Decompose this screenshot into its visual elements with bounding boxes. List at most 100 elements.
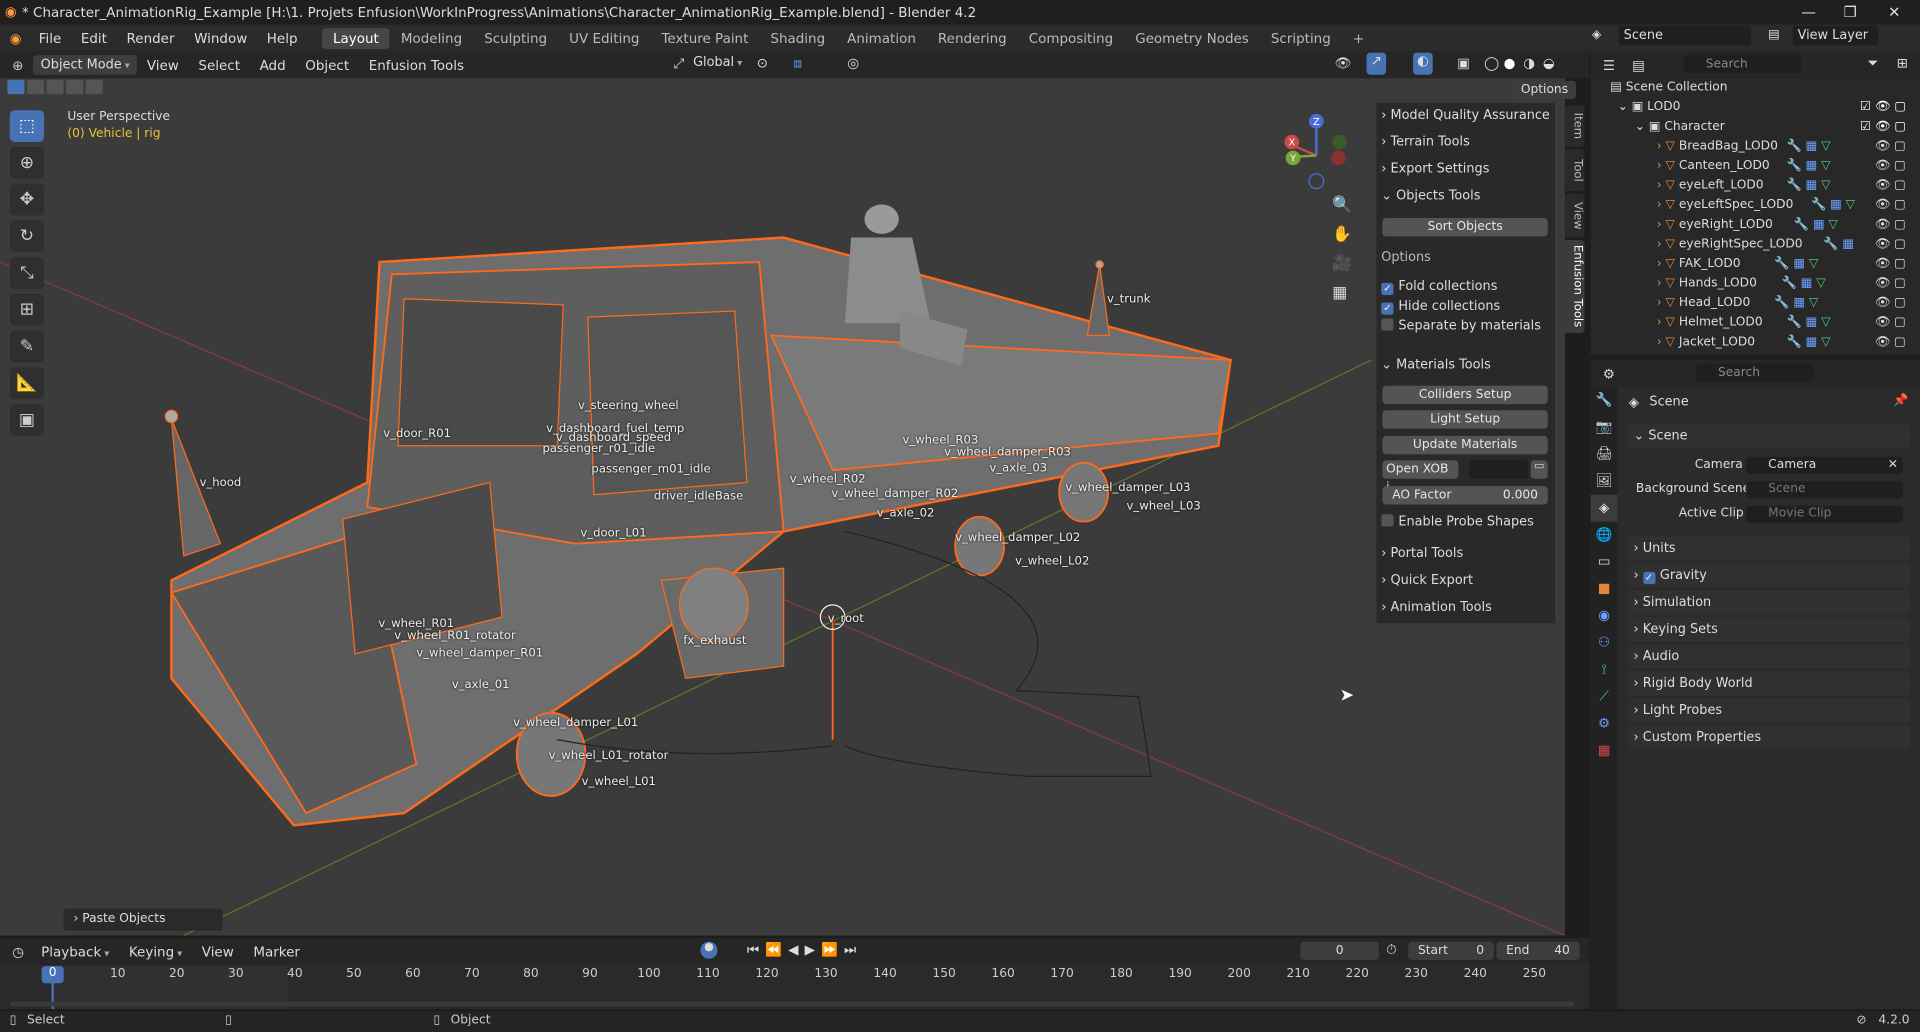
scale-tool-icon[interactable]: ⤡ (9, 257, 45, 289)
filter-icon[interactable]: ⏷ (1867, 55, 1878, 72)
scene-selector[interactable]: Scene (1618, 25, 1752, 46)
separate-materials-checkbox[interactable]: Separate by materials (1381, 313, 1550, 337)
physics-properties-icon[interactable]: ◉ (1591, 602, 1618, 629)
panel-scene[interactable]: ⌄ Scene (1628, 423, 1911, 449)
active-clip-field[interactable]: Movie Clip (1746, 505, 1903, 523)
options-button[interactable]: Options (1513, 80, 1576, 100)
auto-keying-icon[interactable]: ● (700, 941, 718, 959)
open-xob-button[interactable]: Open XOB i... (1382, 460, 1459, 495)
outliner-object-row[interactable]: › ▽ eyeLeft_LOD0 🔧 ▦ ▽ 👁 ▢ (1591, 176, 1920, 196)
workspace-tab-scripting[interactable]: Scripting (1260, 28, 1342, 49)
xob-path-field[interactable] (1469, 460, 1529, 479)
workspace-tab-rendering[interactable]: Rendering (927, 28, 1018, 49)
viewport-menu-object[interactable]: Object (295, 57, 358, 73)
panel-custom-properties[interactable]: › Custom Properties (1628, 724, 1911, 750)
section-quick-export[interactable]: › Quick Export (1381, 568, 1550, 592)
shading-material-icon[interactable]: ◑ (1523, 55, 1535, 71)
cursor-tool-icon[interactable]: ⊕ (9, 146, 45, 179)
xray-icon[interactable]: ▣ (1457, 55, 1470, 71)
overlay-toggle-icon[interactable]: ◐ (1413, 52, 1433, 75)
timeline-menu-keying[interactable]: Keying (119, 943, 192, 959)
camera-view-icon[interactable]: 🎥 (1332, 255, 1352, 273)
rotate-tool-icon[interactable]: ↻ (9, 220, 45, 253)
transform-tool-icon[interactable]: ⊞ (9, 293, 45, 326)
maximize-button[interactable]: ❐ (1829, 0, 1871, 24)
workspace-tab-compositing[interactable]: Compositing (1018, 28, 1124, 49)
3d-viewport[interactable]: v_trunk v_steering_wheel v_dashboard_fue… (0, 78, 1565, 936)
section-terrain-tools[interactable]: › Terrain Tools (1381, 130, 1550, 154)
select-invert-icon[interactable] (66, 79, 84, 95)
workspace-tab-animation[interactable]: Animation (836, 28, 927, 49)
world-properties-icon[interactable]: 🌐 (1591, 522, 1618, 549)
end-frame-field[interactable]: End 40 (1496, 941, 1580, 961)
current-frame-field[interactable]: 0 (1300, 941, 1379, 961)
scene-properties-icon[interactable]: ◈ (1590, 494, 1618, 522)
outliner-object-row[interactable]: › ▽ FAK_LOD0 🔧 ▦ ▽ 👁 ▢ (1591, 255, 1920, 275)
select-extend-icon[interactable] (26, 79, 45, 95)
outliner-object-row[interactable]: › ▽ Head_LOD0 🔧 ▦ ▽ 👁 ▢ (1591, 294, 1920, 314)
menu-edit[interactable]: Edit (71, 30, 117, 46)
timeline-editor-icon[interactable]: ◷ (12, 943, 24, 959)
visibility-icon[interactable]: 👁 (1335, 55, 1352, 71)
section-objects-tools[interactable]: ⌄ Objects Tools (1381, 184, 1550, 208)
add-cube-tool-icon[interactable]: ▣ (9, 404, 45, 436)
viewport-menu-view[interactable]: View (137, 57, 189, 73)
outliner-search-input[interactable]: Search (1683, 55, 1802, 74)
panel-audio[interactable]: › Audio (1628, 644, 1911, 669)
workspace-tab-texture-paint[interactable]: Texture Paint (650, 28, 759, 49)
render-properties-icon[interactable]: 📷 (1591, 414, 1618, 441)
move-tool-icon[interactable]: ✥ (9, 183, 45, 216)
outliner-editor-icon[interactable]: ☰ (1603, 57, 1615, 73)
section-animation-tools[interactable]: › Animation Tools (1381, 595, 1550, 619)
outliner-object-row[interactable]: › ▽ eyeRightSpec_LOD0 🔧 ▦ 👁 ▢ (1591, 235, 1920, 255)
panel-gravity[interactable]: › ✓ Gravity (1628, 563, 1911, 588)
light-setup-button[interactable]: Light Setup (1382, 410, 1548, 429)
outliner-object-row[interactable]: › ▽ Hands_LOD0 🔧 ▦ ▽ 👁 ▢ (1591, 274, 1920, 294)
outliner-scene-collection[interactable]: ▤ Scene Collection (1591, 78, 1920, 98)
outliner-object-row[interactable]: › ▽ eyeLeftSpec_LOD0 🔧 ▦ ▽ 👁 ▢ (1591, 196, 1920, 216)
viewport-menu-select[interactable]: Select (189, 57, 250, 73)
panel-keying-sets[interactable]: › Keying Sets (1628, 617, 1911, 642)
object-mode-dropdown[interactable]: Object Mode (33, 55, 138, 75)
folder-icon[interactable]: ▭ (1530, 460, 1548, 479)
menu-render[interactable]: Render (117, 30, 185, 46)
menu-help[interactable]: Help (257, 30, 307, 46)
bone-constraints-icon[interactable]: ⚙ (1591, 710, 1618, 737)
workspace-tab-geometry-nodes[interactable]: Geometry Nodes (1124, 28, 1260, 49)
gizmo-toggle-icon[interactable]: ↗ (1366, 52, 1387, 75)
measure-tool-icon[interactable]: 📐 (9, 367, 45, 400)
object-properties-icon[interactable]: ■ (1591, 576, 1618, 603)
proportional-edit-icon[interactable]: ◎ (847, 55, 859, 71)
timeline-menu-view[interactable]: View (192, 943, 244, 959)
collection-properties-icon[interactable]: ▭ (1591, 549, 1618, 576)
select-box-tool-icon[interactable]: ⬚ (9, 110, 45, 143)
texture-properties-icon[interactable]: ▦ (1591, 737, 1618, 764)
menu-file[interactable]: File (29, 30, 71, 46)
select-intersect-icon[interactable] (85, 79, 103, 95)
workspace-tab-sculpting[interactable]: Sculpting (473, 28, 558, 49)
new-collection-icon[interactable]: ⊞ (1897, 55, 1908, 71)
timeline-ruler[interactable]: 0 10 20 30 40 50 60 70 80 90 100 110 120 130 140 150 160… (0, 964, 1589, 1009)
bone-properties-icon[interactable]: ⟋ (1591, 683, 1618, 710)
grid-view-icon[interactable]: ▦ (1332, 284, 1347, 302)
timeline-scrollbar[interactable] (9, 1001, 1575, 1007)
workspace-tab-modeling[interactable]: Modeling (390, 28, 473, 49)
menu-window[interactable]: Window (184, 30, 257, 46)
section-portal-tools[interactable]: › Portal Tools (1381, 541, 1550, 565)
output-properties-icon[interactable]: 🖨 (1591, 441, 1618, 468)
npanel-tab-tool[interactable]: Tool (1564, 149, 1585, 192)
npanel-tab-view[interactable]: View (1564, 193, 1585, 238)
outliner-object-row[interactable]: › ▽ Helmet_LOD0 🔧 ▦ ▽ 👁 ▢ (1591, 313, 1920, 333)
preview-range-icon[interactable]: ⏱ (1386, 942, 1397, 959)
panel-units[interactable]: › Units (1628, 536, 1911, 561)
pin-icon[interactable]: 📌 (1893, 394, 1908, 407)
update-materials-button[interactable]: Update Materials (1382, 435, 1548, 455)
view-layer-selector[interactable]: View Layer (1792, 25, 1879, 46)
outliner-object-row[interactable]: › ▽ Jacket_LOD0 🔧 ▦ ▽ 👁 ▢ (1591, 333, 1920, 353)
outliner-object-row[interactable]: › ▽ eyeRight_LOD0 🔧 ▦ ▽ 👁 ▢ (1591, 216, 1920, 236)
panel-light-probes[interactable]: › Light Probes (1628, 697, 1911, 723)
navigation-gizmo[interactable]: Z X Y (1273, 113, 1359, 199)
outliner-object-row[interactable]: › ▽ BreadBag_LOD0 🔧 ▦ ▽ 👁 ▢ (1591, 137, 1920, 157)
select-new-icon[interactable] (7, 79, 25, 95)
close-button[interactable]: ✕ (1873, 0, 1915, 24)
